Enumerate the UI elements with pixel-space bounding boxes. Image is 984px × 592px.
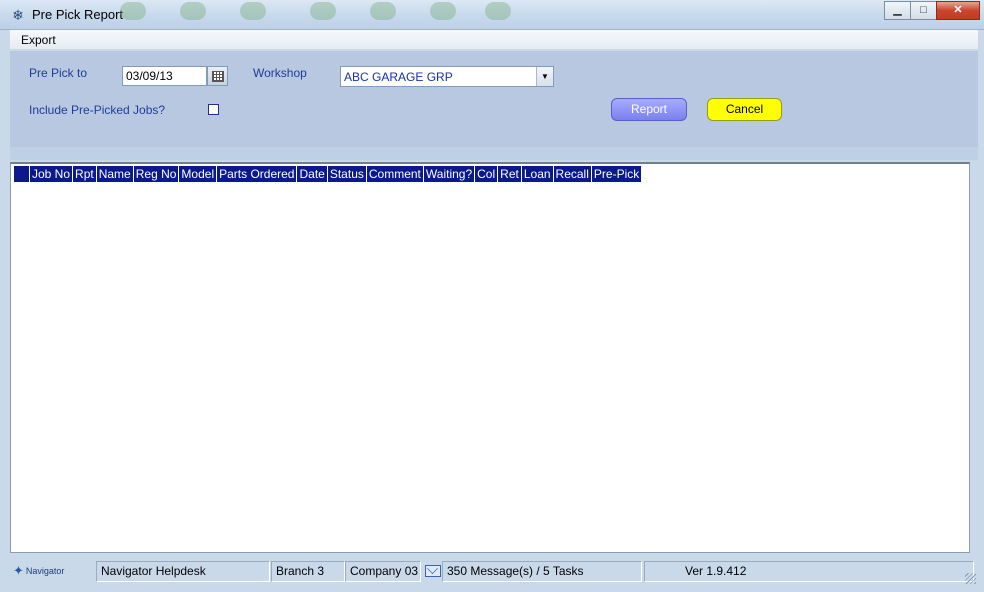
column-header-job-no[interactable]: Job No bbox=[30, 166, 74, 182]
column-header-ret[interactable]: Ret bbox=[498, 166, 522, 182]
title-bar: ❄ Pre Pick Report ▁ □ ✕ bbox=[0, 0, 984, 30]
helpdesk-panel[interactable]: Navigator Helpdesk bbox=[96, 561, 270, 582]
pre-pick-date-input[interactable] bbox=[122, 66, 207, 86]
mail-icon[interactable] bbox=[425, 565, 441, 577]
column-header-model[interactable]: Model bbox=[179, 166, 218, 182]
grid-side-margin bbox=[970, 162, 978, 553]
background-toolbar bbox=[110, 0, 530, 30]
column-header-status[interactable]: Status bbox=[327, 166, 367, 182]
column-header-rpt[interactable]: Rpt bbox=[73, 166, 97, 182]
minimize-button[interactable]: ▁ bbox=[884, 1, 911, 20]
grid-header: Job No Rpt Name Reg No Model Parts Order… bbox=[14, 166, 643, 182]
column-header-comment[interactable]: Comment bbox=[366, 166, 424, 182]
report-button[interactable]: Report bbox=[611, 98, 687, 121]
resize-grip-icon[interactable] bbox=[965, 573, 976, 584]
company-panel: Company 03 bbox=[345, 561, 421, 582]
column-header-name[interactable]: Name bbox=[96, 166, 134, 182]
column-header-recall[interactable]: Recall bbox=[553, 166, 592, 182]
column-header-date[interactable]: Date bbox=[297, 166, 328, 182]
panel-divider bbox=[10, 147, 978, 160]
calendar-button[interactable] bbox=[207, 66, 228, 86]
column-header-waiting[interactable]: Waiting? bbox=[423, 166, 476, 182]
column-header-parts-ordered[interactable]: Parts Ordered bbox=[217, 166, 298, 182]
column-header-reg-no[interactable]: Reg No bbox=[133, 166, 180, 182]
results-grid[interactable]: Job No Rpt Name Reg No Model Parts Order… bbox=[10, 162, 970, 553]
workshop-value: ABC GARAGE GRP bbox=[344, 70, 453, 84]
filter-panel: Pre Pick to Workshop ABC GARAGE GRP ▼ In… bbox=[10, 51, 978, 147]
column-header-pre-pick[interactable]: Pre-Pick bbox=[591, 166, 643, 182]
messages-panel[interactable]: 350 Message(s) / 5 Tasks bbox=[442, 561, 642, 582]
close-button[interactable]: ✕ bbox=[936, 1, 980, 20]
version-panel: Ver 1.9.412 bbox=[644, 561, 974, 582]
status-bar: ✦ Navigator Navigator Helpdesk Branch 3 … bbox=[10, 557, 978, 586]
column-header-col[interactable]: Col bbox=[475, 166, 499, 182]
cancel-button[interactable]: Cancel bbox=[707, 98, 782, 121]
window-controls: ▁ □ ✕ bbox=[884, 1, 980, 21]
logo-text: Navigator bbox=[25, 566, 65, 576]
column-header-loan[interactable]: Loan bbox=[521, 166, 554, 182]
workshop-label: Workshop bbox=[253, 66, 307, 80]
navigator-logo: ✦ Navigator bbox=[13, 561, 64, 581]
pre-pick-label: Pre Pick to bbox=[29, 66, 88, 80]
workshop-select[interactable]: ABC GARAGE GRP ▼ bbox=[340, 66, 554, 87]
menu-item-export[interactable]: Export bbox=[21, 33, 56, 47]
chevron-down-icon[interactable]: ▼ bbox=[536, 67, 553, 86]
row-selector-header[interactable] bbox=[14, 166, 30, 182]
calendar-icon bbox=[212, 71, 224, 82]
maximize-button[interactable]: □ bbox=[910, 1, 937, 20]
menu-bar: Export bbox=[10, 30, 978, 50]
include-pre-picked-label: Include Pre-Picked Jobs? bbox=[29, 103, 166, 117]
branch-panel: Branch 3 bbox=[271, 561, 345, 582]
include-pre-picked-checkbox[interactable] bbox=[208, 104, 219, 115]
snowflake-icon: ❄ bbox=[12, 7, 24, 23]
compass-icon: ✦ bbox=[13, 563, 24, 578]
